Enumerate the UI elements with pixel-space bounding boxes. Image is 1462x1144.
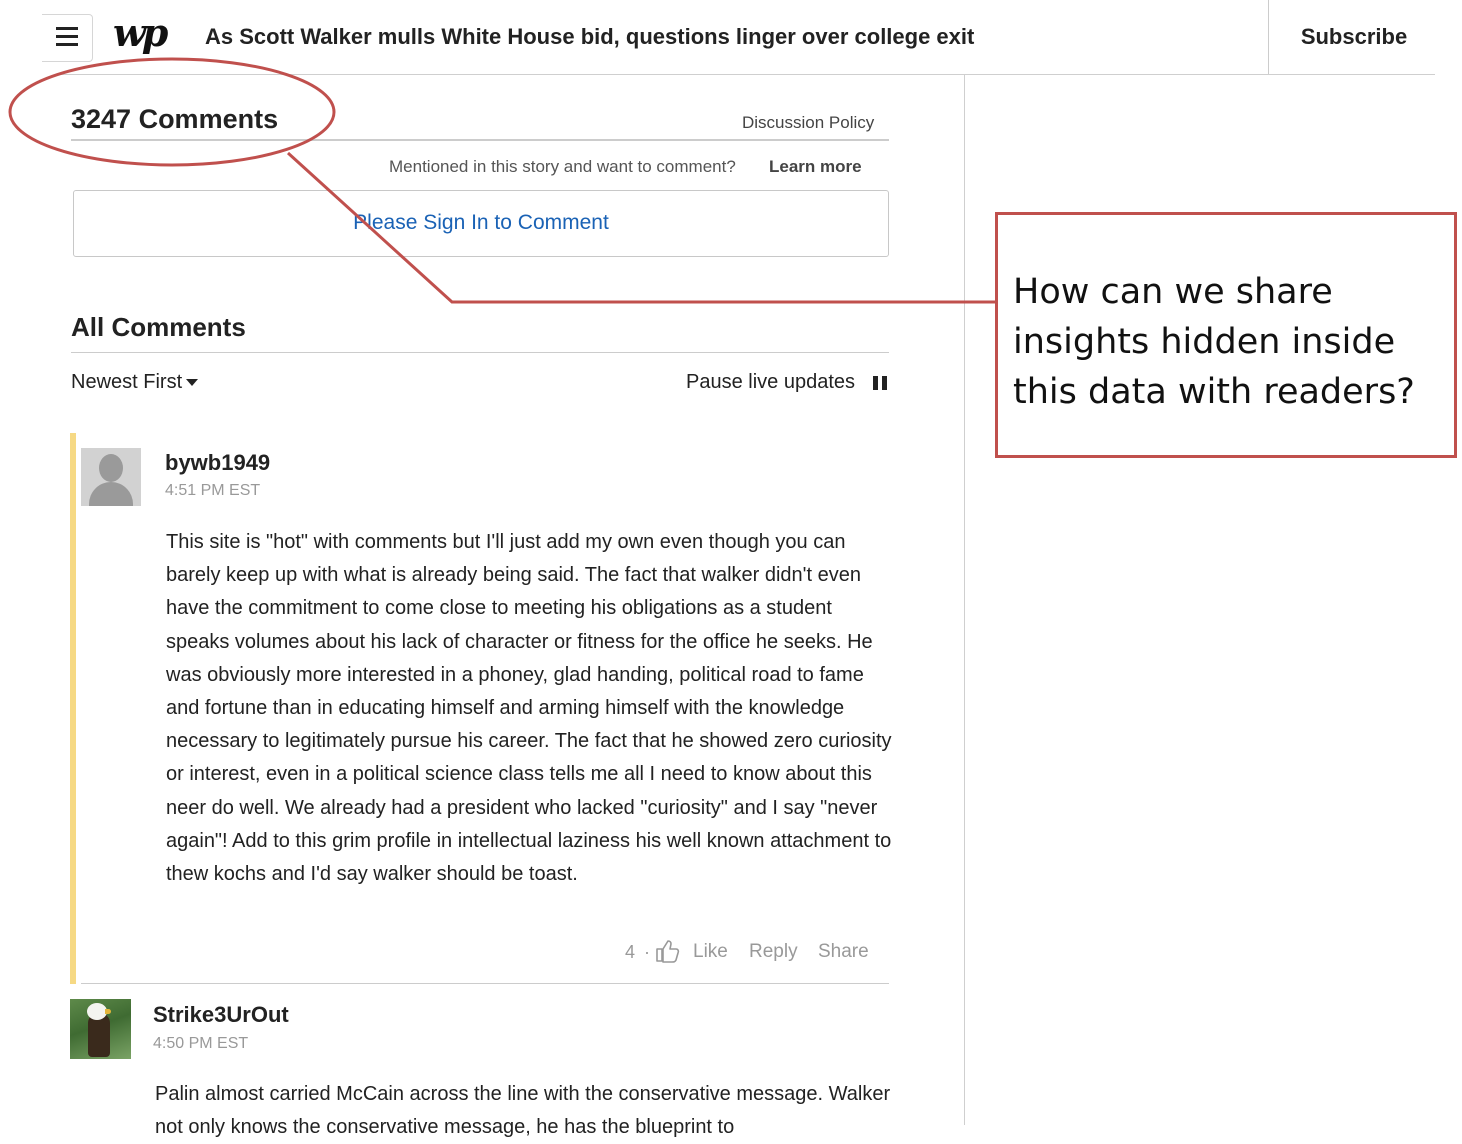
sidebar-divider (964, 75, 965, 1125)
header-bottom-rule (55, 74, 1435, 75)
pause-live-updates-button[interactable]: Pause live updates (686, 371, 855, 394)
like-button[interactable]: Like (693, 941, 728, 963)
avatar[interactable] (70, 999, 131, 1059)
pause-icon[interactable] (873, 376, 889, 390)
annotation-callout: How can we share insights hidden inside … (995, 212, 1457, 458)
comment-timestamp: 4:50 PM EST (153, 1035, 249, 1052)
comment-divider (81, 983, 889, 984)
comment-username[interactable]: bywb1949 (165, 450, 270, 476)
comment-count: 3247 Comments (71, 104, 279, 134)
learn-more-link[interactable]: Learn more (769, 157, 862, 177)
new-comment-highlight (70, 433, 76, 984)
thumbs-up-icon[interactable] (655, 938, 681, 964)
comment-body: This site is "hot" with comments but I'l… (166, 531, 892, 886)
annotation-text: How can we share insights hidden inside … (1013, 272, 1415, 412)
site-logo[interactable]: wp (113, 10, 168, 55)
share-button[interactable]: Share (818, 941, 869, 963)
sort-label: Newest First (71, 371, 183, 393)
separator-dot: · (644, 942, 650, 962)
sign-in-label: Please Sign In to Comment (353, 211, 609, 234)
mention-prompt: Mentioned in this story and want to comm… (389, 157, 736, 176)
comments-header-rule (71, 139, 889, 141)
sign-in-button[interactable]: Please Sign In to Comment (73, 190, 889, 257)
all-comments-rule (71, 352, 889, 353)
sort-dropdown[interactable]: Newest First (71, 371, 199, 394)
hamburger-menu-icon[interactable] (42, 14, 93, 62)
discussion-policy-link[interactable]: Discussion Policy (742, 113, 874, 133)
caret-down-icon (186, 379, 199, 387)
avatar[interactable] (81, 448, 141, 506)
subscribe-button[interactable]: Subscribe (1268, 24, 1440, 50)
article-headline: As Scott Walker mulls White House bid, q… (205, 24, 975, 49)
comment-username[interactable]: Strike3UrOut (153, 1002, 289, 1028)
like-count: 4 (625, 942, 636, 962)
comment-timestamp: 4:51 PM EST (165, 482, 261, 499)
comment-body: Palin almost carried McCain across the l… (155, 1083, 891, 1138)
all-comments-heading: All Comments (71, 312, 246, 342)
reply-button[interactable]: Reply (749, 941, 798, 963)
